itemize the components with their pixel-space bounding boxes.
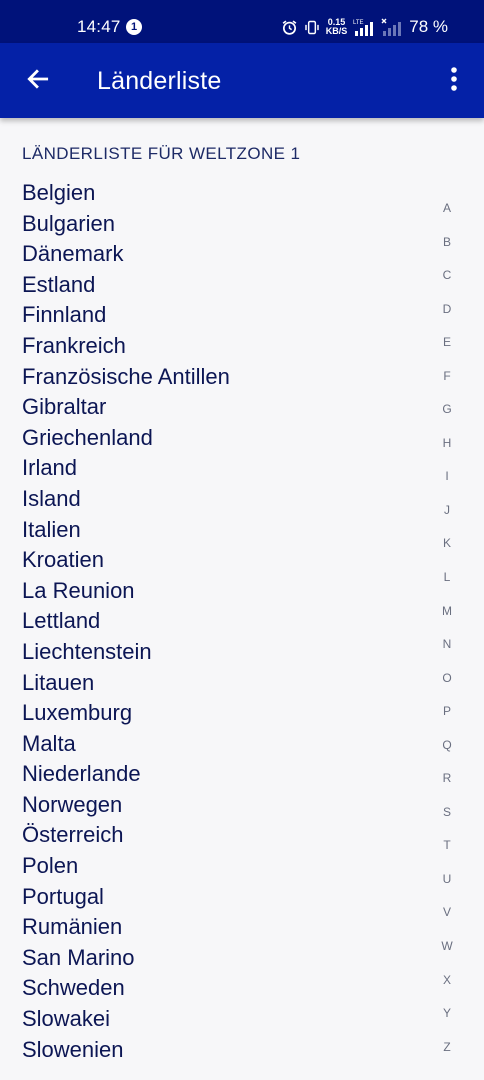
alphabet-index-letter[interactable]: U — [432, 863, 462, 897]
alphabet-index-letter[interactable]: H — [432, 427, 462, 461]
alphabet-index-letter[interactable]: W — [432, 930, 462, 964]
overflow-menu-button[interactable] — [434, 57, 474, 105]
country-list-item[interactable]: Polen — [22, 851, 230, 882]
country-list-screen: LÄNDERLISTE FÜR WELTZONE 1 Belgien Bulgar… — [0, 118, 484, 1080]
country-list-item[interactable]: Rumänien — [22, 912, 230, 943]
alphabet-index-letter[interactable]: D — [432, 293, 462, 327]
signal-icon: LTE — [353, 18, 375, 36]
country-list-item[interactable]: Kroatien — [22, 545, 230, 576]
alphabet-index-letter[interactable]: X — [432, 964, 462, 998]
alphabet-index-letter[interactable]: P — [432, 695, 462, 729]
alphabet-index-letter[interactable]: K — [432, 527, 462, 561]
country-list-item[interactable]: La Reunion — [22, 576, 230, 607]
country-list-item[interactable]: Bulgarien — [22, 209, 230, 240]
alphabet-index-letter[interactable]: J — [432, 494, 462, 528]
notification-badge: 1 — [126, 19, 142, 35]
alphabet-index[interactable]: ABCDEFGHIJKLMNOPQRSTUVWXYZ — [432, 192, 462, 1064]
lte-label: LTE — [353, 20, 364, 26]
battery-level: 78 % — [409, 17, 448, 36]
alphabet-index-letter[interactable]: R — [432, 762, 462, 796]
country-list-item[interactable]: Finnland — [22, 300, 230, 331]
alphabet-index-letter[interactable]: Q — [432, 729, 462, 763]
country-list-item[interactable]: Italien — [22, 515, 230, 546]
status-bar: 14:47 1 0.15 KB/S LTE 78 % — [0, 0, 484, 43]
alphabet-index-letter[interactable]: C — [432, 259, 462, 293]
alphabet-index-letter[interactable]: L — [432, 561, 462, 595]
country-list-item[interactable]: Dänemark — [22, 239, 230, 270]
alphabet-index-letter[interactable]: I — [432, 460, 462, 494]
country-list-item[interactable]: Portugal — [22, 882, 230, 913]
country-list: Belgien Bulgarien Dänemark Estland Finnland F… — [22, 178, 230, 1065]
country-list-item[interactable]: Malta — [22, 729, 230, 760]
country-list-item[interactable]: Luxemburg — [22, 698, 230, 729]
country-list-item[interactable]: Norwegen — [22, 790, 230, 821]
more-vert-icon — [450, 66, 458, 97]
page-title: Länderliste — [97, 67, 222, 95]
country-list-item[interactable]: Schweden — [22, 973, 230, 1004]
alphabet-index-letter[interactable]: G — [432, 393, 462, 427]
alphabet-index-letter[interactable]: Z — [432, 1031, 462, 1065]
status-time: 14:47 — [77, 17, 121, 36]
country-list-item[interactable]: Liechtenstein — [22, 637, 230, 668]
country-list-item[interactable]: Französische Antillen — [22, 362, 230, 393]
alphabet-index-letter[interactable]: V — [432, 896, 462, 930]
net-speed: 0.15 KB/S — [326, 18, 348, 36]
arrow-left-icon — [25, 66, 51, 97]
country-list-item[interactable]: Griechenland — [22, 423, 230, 454]
country-list-item[interactable]: Estland — [22, 270, 230, 301]
country-list-item[interactable]: Slowakei — [22, 1004, 230, 1035]
alphabet-index-letter[interactable]: M — [432, 595, 462, 629]
alphabet-index-letter[interactable]: N — [432, 628, 462, 662]
country-list-item[interactable]: Österreich — [22, 820, 230, 851]
signal-secondary-icon — [381, 18, 402, 36]
alphabet-index-letter[interactable]: A — [432, 192, 462, 226]
vibrate-icon — [304, 19, 320, 36]
alphabet-index-letter[interactable]: F — [432, 360, 462, 394]
country-list-item[interactable]: Litauen — [22, 668, 230, 699]
country-list-item[interactable]: Lettland — [22, 606, 230, 637]
country-list-item[interactable]: Niederlande — [22, 759, 230, 790]
alphabet-index-letter[interactable]: S — [432, 796, 462, 830]
country-list-item[interactable]: Slowenien — [22, 1035, 230, 1066]
country-list-item[interactable]: Irland — [22, 453, 230, 484]
alarm-icon — [281, 19, 298, 36]
alphabet-index-letter[interactable]: Y — [432, 997, 462, 1031]
country-list-item[interactable]: Island — [22, 484, 230, 515]
country-list-item[interactable]: Belgien — [22, 178, 230, 209]
alphabet-index-letter[interactable]: T — [432, 829, 462, 863]
section-header: LÄNDERLISTE FÜR WELTZONE 1 — [22, 144, 301, 163]
alphabet-index-letter[interactable]: E — [432, 326, 462, 360]
alphabet-index-letter[interactable]: O — [432, 662, 462, 696]
country-list-item[interactable]: Frankreich — [22, 331, 230, 362]
net-speed-unit: KB/S — [325, 26, 348, 36]
country-list-item[interactable]: San Marino — [22, 943, 230, 974]
country-list-item[interactable]: Gibraltar — [22, 392, 230, 423]
back-button[interactable] — [14, 57, 62, 105]
status-icons: 0.15 KB/S LTE 78 % — [281, 17, 448, 37]
alphabet-index-letter[interactable]: B — [432, 226, 462, 260]
app-bar: Länderliste — [0, 43, 484, 118]
